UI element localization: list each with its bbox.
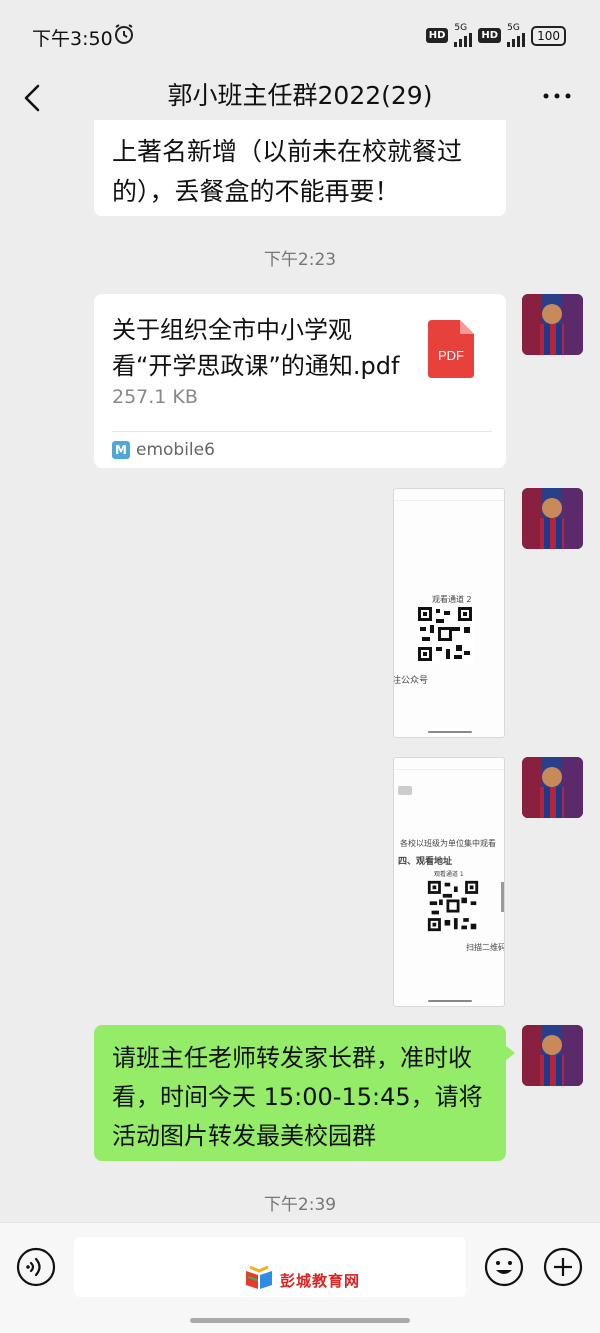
mini-tag (398, 786, 412, 795)
signal-icon-2: 5G (507, 23, 526, 47)
image-caption: 观看通道 2 (432, 595, 472, 604)
file-name: 关于组织全市中小学观看“开学思政课”的通知.pdf (112, 316, 400, 380)
mini-status-bar (394, 758, 504, 770)
sender-avatar[interactable] (522, 294, 583, 355)
image-text: 各校以班级为单位集中观看 (400, 839, 496, 848)
pdf-label: PDF (438, 348, 464, 363)
watermark-text: 彭城教育网 (280, 1271, 361, 1290)
voice-input-icon[interactable] (16, 1247, 56, 1287)
image-heading: 四、观看地址 (398, 857, 453, 867)
message-text: 请班主任老师转发家长群，准时收看，时间今天 15:00-15:45，请将活动图片… (112, 1044, 483, 1150)
file-source: M emobile6 (112, 440, 215, 460)
hd-badge-2: HD (478, 28, 502, 43)
timestamp: 下午2:39 (263, 1195, 337, 1215)
sender-avatar[interactable] (522, 1025, 583, 1086)
pdf-file-icon: PDF (428, 320, 474, 378)
status-time: 下午3:50 (32, 28, 113, 50)
image-caption: 观看通道 1 (434, 871, 464, 878)
message-bubble-sent[interactable]: 请班主任老师转发家长群，准时收看，时间今天 15:00-15:45，请将活动图片… (94, 1025, 515, 1161)
mini-status-bar (394, 489, 504, 501)
message-bubble-text[interactable]: 上著名新增（以前未在校就餐过的），丢餐盒的不能再要！ (94, 120, 506, 216)
file-message-card[interactable]: 关于组织全市中小学观看“开学思政课”的通知.pdf 257.1 KB PDF M… (94, 294, 506, 468)
image-caption: 扫描二维码 (466, 943, 505, 952)
image-caption: 注公众号 (393, 676, 429, 686)
hd-badge: HD (425, 28, 449, 43)
qr-code-icon (426, 879, 480, 937)
mini-home-bar (428, 731, 472, 733)
file-size: 257.1 KB (112, 386, 198, 408)
signal-icon: 5G (454, 23, 473, 47)
file-source-label: emobile6 (136, 440, 215, 460)
mini-home-bar (428, 1000, 472, 1002)
image-message[interactable]: 观看通道 2 注公众号 (393, 488, 505, 738)
network-type: 5G (454, 23, 468, 33)
timestamp: 下午2:23 (263, 250, 337, 270)
more-options-icon[interactable] (542, 86, 572, 106)
plus-icon[interactable] (543, 1247, 583, 1287)
watermark: 彭城教育网 (244, 1265, 360, 1295)
qr-code-icon (416, 605, 474, 667)
alarm-icon (112, 22, 136, 51)
emobile-app-icon: M (112, 441, 130, 459)
home-indicator[interactable] (190, 1318, 410, 1323)
bubble-tail (505, 1045, 515, 1061)
network-type-2: 5G (507, 23, 520, 33)
status-bar: 下午3:50 HD 5G HD 5G 100 (0, 0, 600, 70)
emoji-icon[interactable] (484, 1247, 524, 1287)
mini-scroll-indicator (501, 882, 504, 912)
divider (112, 431, 492, 432)
image-message[interactable]: 各校以班级为单位集中观看 四、观看地址 观看通道 1 扫描二维码 (393, 757, 505, 1007)
sender-avatar[interactable] (522, 757, 583, 818)
battery-icon: 100 (531, 25, 566, 46)
chat-title: 郭小班主任群2022(29) (167, 81, 433, 110)
sender-avatar[interactable] (522, 488, 583, 549)
book-logo-icon (244, 1265, 274, 1295)
